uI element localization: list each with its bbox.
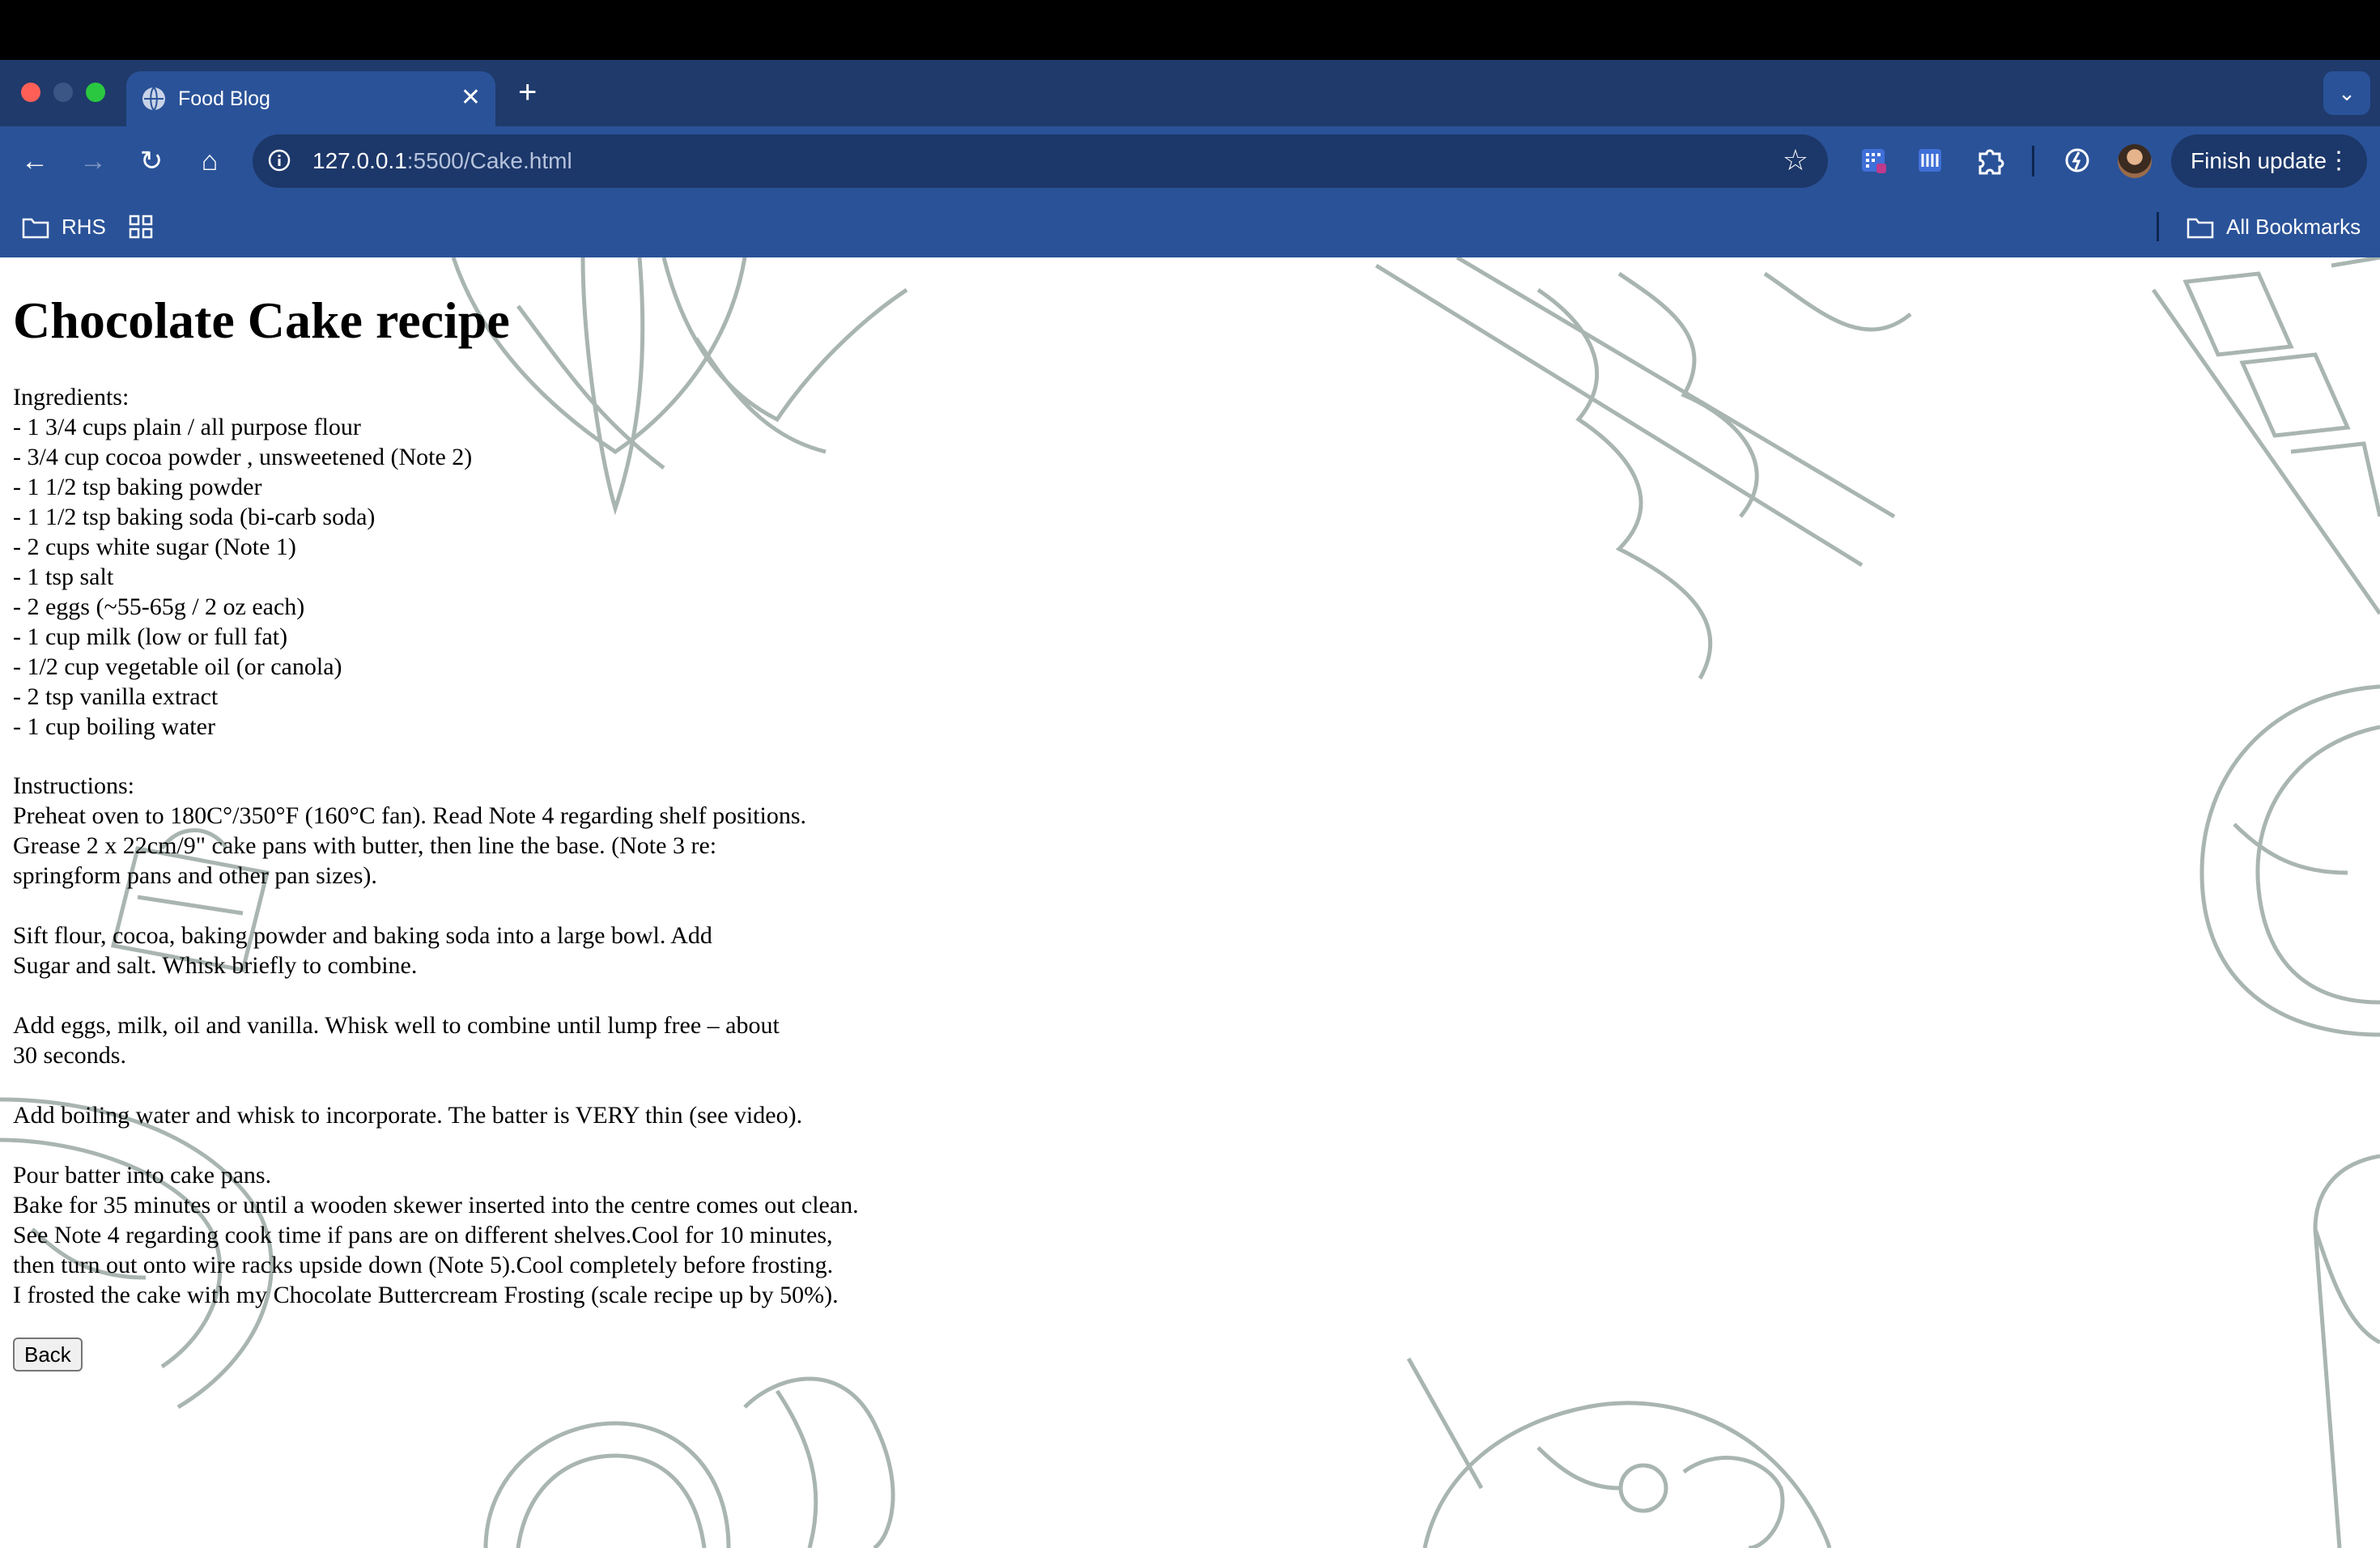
bookmark-folder-rhs[interactable]: RHS (62, 212, 106, 241)
plus-icon[interactable]: + (518, 76, 537, 108)
instruction-line: I frosted the cake with my Chocolate But… (13, 1282, 839, 1308)
navigation-toolbar: ← → ↻ ⌂ 127.0.0.1:5500/Cake.html ☆ Finis… (0, 126, 2380, 196)
page-title: Chocolate Cake recipe (13, 291, 510, 349)
finish-update-label: Finish update (2191, 148, 2327, 173)
ingredient-item: - 1 1/2 tsp baking soda (bi-carb soda) (13, 504, 376, 530)
ingredients-section: Ingredients: - 1 3/4 cups plain / all pu… (13, 382, 1146, 742)
url-host: 127.0.0.1 (312, 148, 407, 173)
avatar[interactable] (2118, 144, 2152, 178)
address-bar[interactable]: 127.0.0.1:5500/Cake.html ☆ (253, 134, 1828, 188)
instruction-line: See Note 4 regarding cook time if pans a… (13, 1222, 833, 1248)
instruction-line: Sift flour, cocoa, baking powder and bak… (13, 922, 712, 949)
recipe-content: Chocolate Cake recipe Ingredients: - 1 3… (13, 257, 1146, 1372)
back-arrow-icon[interactable]: ← (16, 142, 53, 180)
extension-icon[interactable] (1855, 142, 1891, 178)
instructions-heading: Instructions: (13, 772, 134, 799)
instruction-line: then turn out onto wire racks upside dow… (13, 1252, 834, 1278)
ingredients-heading: Ingredients: (13, 384, 130, 410)
ingredient-item: - 1 cup boiling water (13, 713, 215, 740)
instruction-line: Grease 2 x 22cm/9" cake pans with butter… (13, 832, 717, 859)
instruction-step: Add boiling water and whisk to incorpora… (13, 1100, 1146, 1130)
home-icon[interactable]: ⌂ (191, 142, 228, 180)
all-bookmarks-link[interactable]: All Bookmarks (2226, 212, 2361, 241)
more-vert-icon: ⋮ (2327, 147, 2351, 174)
performance-icon[interactable] (2059, 142, 2095, 178)
back-button[interactable]: Back (13, 1337, 83, 1372)
extension-icon[interactable] (1912, 142, 1948, 178)
instruction-line: Sugar and salt. Whisk briefly to combine… (13, 952, 418, 979)
ingredient-item: - 1 3/4 cups plain / all purpose flour (13, 414, 361, 440)
folder-icon (22, 218, 49, 239)
ingredient-item: - 1 cup milk (low or full fat) (13, 623, 288, 650)
instruction-line: Bake for 35 minutes or until a wooden sk… (13, 1192, 859, 1218)
folder-icon (2187, 218, 2214, 239)
ingredient-item: - 1 1/2 tsp baking powder (13, 474, 262, 500)
close-window-button[interactable] (21, 83, 40, 102)
site-info-icon[interactable] (267, 148, 291, 172)
ingredient-item: - 2 eggs (~55-65g / 2 oz each) (13, 593, 305, 620)
instruction-step: Preheat oven to 180C°/350°F (160°C fan).… (13, 801, 1146, 891)
close-icon[interactable]: ✕ (461, 84, 481, 112)
url-path: :5500/Cake.html (406, 148, 572, 173)
reload-icon[interactable]: ↻ (133, 142, 170, 180)
forward-arrow-icon[interactable]: → (74, 142, 112, 180)
web-page: Chocolate Cake recipe Ingredients: - 1 3… (0, 257, 2380, 1548)
toolbar-divider (2032, 146, 2034, 176)
minimize-window-button[interactable] (53, 83, 73, 102)
globe-icon (142, 87, 165, 111)
star-icon[interactable]: ☆ (1783, 144, 1808, 176)
ingredient-item: - 1 tsp salt (13, 563, 114, 590)
ingredient-item: - 2 cups white sugar (Note 1) (13, 534, 296, 560)
instruction-line: Add boiling water and whisk to incorpora… (13, 1102, 803, 1129)
chevron-down-icon[interactable]: ⌄ (2323, 71, 2370, 115)
bookmarks-bar: RHS All Bookmarks (0, 196, 2380, 257)
tab-food-blog[interactable]: Food Blog ✕ (126, 71, 495, 126)
instruction-step: Sift flour, cocoa, baking powder and bak… (13, 921, 1146, 980)
instruction-step: Add eggs, milk, oil and vanilla. Whisk w… (13, 1010, 1146, 1070)
tab-title: Food Blog (178, 87, 270, 110)
apps-grid-icon[interactable] (128, 214, 154, 240)
bookmarks-divider (2157, 212, 2159, 241)
ingredient-item: - 2 tsp vanilla extract (13, 683, 219, 710)
instruction-line: 30 seconds. (13, 1042, 126, 1069)
instruction-step: Pour batter into cake pans. Bake for 35 … (13, 1160, 1146, 1310)
instruction-line: Preheat oven to 180C°/350°F (160°C fan).… (13, 802, 806, 829)
instruction-line: Pour batter into cake pans. (13, 1162, 272, 1189)
ingredient-item: - 3/4 cup cocoa powder , unsweetened (No… (13, 444, 473, 470)
puzzle-icon[interactable] (1972, 142, 2008, 178)
zoom-window-button[interactable] (86, 83, 105, 102)
url-text[interactable]: 127.0.0.1:5500/Cake.html (312, 147, 572, 176)
instruction-line: Add eggs, milk, oil and vanilla. Whisk w… (13, 1012, 780, 1039)
instruction-line: springform pans and other pan sizes). (13, 862, 377, 889)
menu-bar-area (0, 0, 2380, 60)
instructions-section: Instructions: Preheat oven to 180C°/350°… (13, 771, 1146, 1310)
ingredient-item: - 1/2 cup vegetable oil (or canola) (13, 653, 342, 680)
finish-update-button[interactable]: Finish update ⋮ (2171, 134, 2367, 188)
tab-strip: Food Blog ✕ + ⌄ (0, 60, 2380, 126)
browser-chrome: Food Blog ✕ + ⌄ ← → ↻ ⌂ 127.0.0.1:5500/C… (0, 60, 2380, 257)
